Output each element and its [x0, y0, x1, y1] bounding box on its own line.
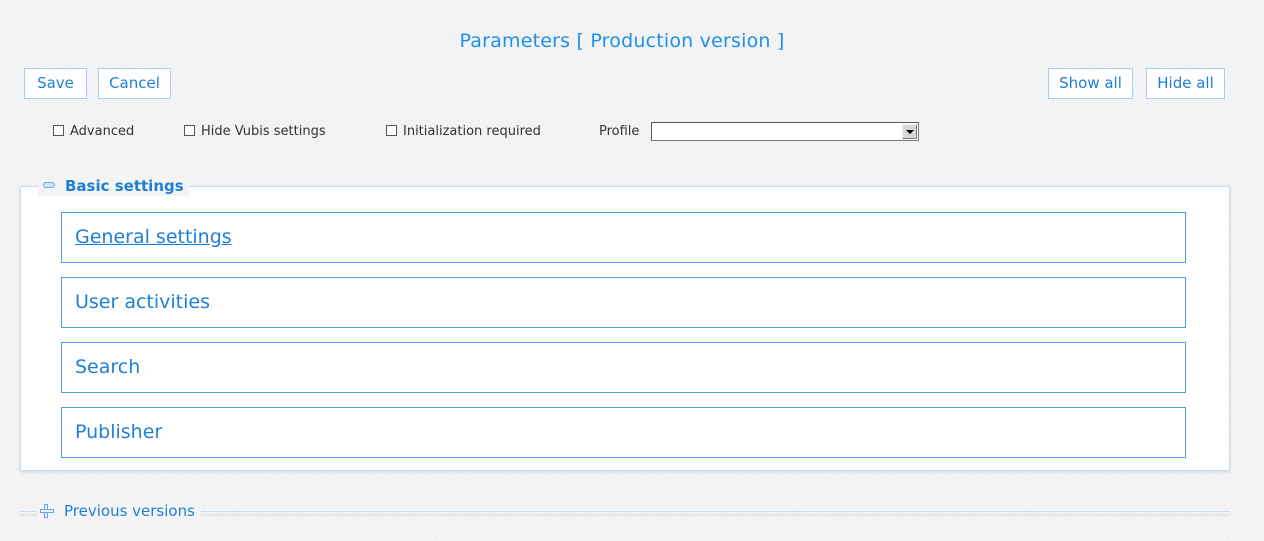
section-general-settings[interactable]: General settings [61, 212, 1186, 263]
init-required-option[interactable]: Initialization required [386, 120, 541, 144]
previous-versions-title: Previous versions [64, 502, 195, 520]
basic-settings-title: Basic settings [65, 177, 184, 195]
advanced-option[interactable]: Advanced [53, 120, 134, 144]
save-button[interactable]: Save [24, 68, 87, 99]
hide-vubis-option[interactable]: Hide Vubis settings [184, 120, 326, 144]
init-required-label: Initialization required [403, 124, 541, 139]
profile-select[interactable] [651, 122, 919, 141]
profile-label: Profile [599, 124, 640, 139]
init-required-checkbox[interactable] [386, 125, 397, 136]
previous-versions-shadow [20, 514, 1230, 517]
previous-versions-divider [20, 511, 1230, 512]
section-label[interactable]: Search [75, 356, 140, 378]
section-label[interactable]: General settings [75, 226, 232, 248]
section-publisher[interactable]: Publisher [61, 407, 1186, 458]
previous-versions-legend[interactable]: Previous versions [37, 501, 201, 521]
section-label[interactable]: Publisher [75, 421, 162, 443]
show-all-button[interactable]: Show all [1048, 68, 1133, 99]
basic-settings-legend[interactable]: Basic settings [38, 176, 189, 196]
collapse-minus-icon[interactable] [43, 182, 55, 188]
expand-plus-icon[interactable] [40, 504, 54, 518]
advanced-checkbox[interactable] [53, 125, 64, 136]
dropdown-arrow-icon[interactable] [902, 124, 917, 139]
cancel-button[interactable]: Cancel [98, 68, 171, 99]
basic-settings-panel: Basic settings General settings User act… [20, 176, 1230, 471]
page-title: Parameters [ Production version ] [459, 30, 785, 52]
hide-vubis-checkbox[interactable] [184, 125, 195, 136]
section-user-activities[interactable]: User activities [61, 277, 1186, 328]
hide-vubis-label: Hide Vubis settings [201, 124, 326, 139]
hide-all-button[interactable]: Hide all [1146, 68, 1225, 99]
section-label[interactable]: User activities [75, 291, 210, 313]
advanced-label: Advanced [70, 124, 135, 139]
section-search[interactable]: Search [61, 342, 1186, 393]
